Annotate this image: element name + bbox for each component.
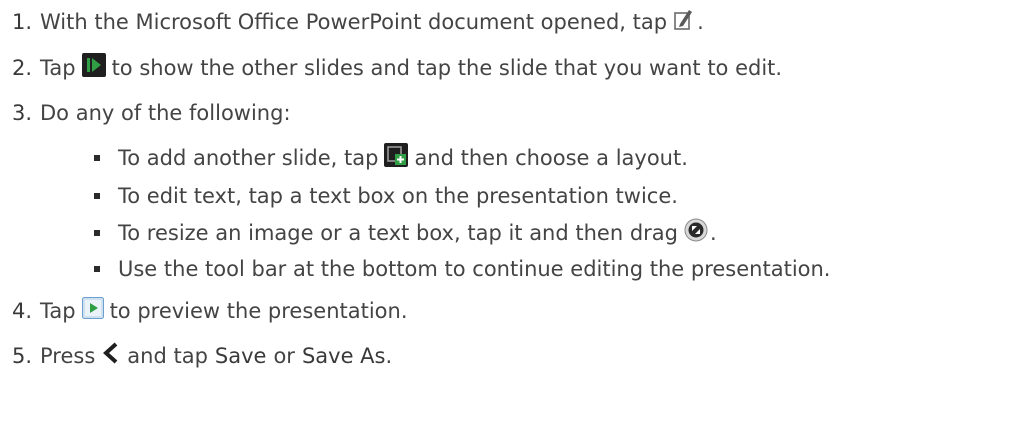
bullet-item: To resize an image or a text box, tap it…	[92, 218, 717, 249]
add-slide-icon	[384, 142, 409, 174]
bullet-marker	[94, 155, 100, 161]
step-text: Press	[40, 344, 96, 368]
resize-handle-icon	[684, 218, 708, 249]
show-slides-icon	[81, 52, 106, 84]
step-text: Do any of the following:	[40, 101, 291, 125]
edit-pencil-icon	[673, 7, 695, 38]
step-5: 5. Press and tap Save or Save As .	[4, 342, 392, 370]
step-text: Tap	[40, 299, 76, 323]
step-text-end: .	[697, 10, 704, 34]
bullet-marker	[94, 193, 100, 199]
step-text-end: .	[385, 344, 393, 368]
step-number: 1.	[12, 10, 33, 34]
step-text-end: to show the other slides and tap the sli…	[111, 56, 783, 80]
step-number: 3.	[12, 101, 33, 125]
bullet-item: To edit text, tap a text box on the pres…	[92, 182, 678, 210]
step-number: 4.	[12, 299, 33, 323]
or-label: or	[273, 344, 295, 368]
bullet-text-end: and then choose a layout.	[414, 146, 688, 170]
step-2: 2. Tap to show the other slides and tap …	[4, 52, 783, 84]
bullet-item: To add another slide, tap and then choos…	[92, 142, 688, 174]
back-arrow-icon	[101, 341, 121, 372]
step-4: 4. Tap to preview the presentation.	[4, 296, 408, 326]
step-text: Tap	[40, 56, 76, 80]
save-label: Save	[214, 344, 267, 368]
bullet-text: To resize an image or a text box, tap it…	[118, 221, 678, 245]
bullet-text: Use the tool bar at the bottom to contin…	[118, 257, 831, 281]
save-as-label: Save As	[301, 344, 386, 368]
step-number: 5.	[12, 344, 33, 368]
bullet-item: Use the tool bar at the bottom to contin…	[92, 255, 830, 283]
bullet-text: To edit text, tap a text box on the pres…	[118, 184, 678, 208]
preview-play-icon	[81, 296, 104, 326]
step-text: With the Microsoft Office PowerPoint doc…	[40, 10, 668, 34]
bullet-marker	[94, 266, 100, 272]
instruction-steps: 1. With the Microsoft Office PowerPoint …	[0, 0, 1009, 432]
step-1: 1. With the Microsoft Office PowerPoint …	[4, 8, 704, 36]
bullet-text: To add another slide, tap	[118, 146, 379, 170]
step-number: 2.	[12, 56, 33, 80]
bullet-text-end: .	[710, 221, 717, 245]
step-text-middle: and tap	[127, 344, 208, 368]
step-3: 3. Do any of the following:	[4, 99, 291, 127]
step-text-end: to preview the presentation.	[109, 299, 408, 323]
bullet-marker	[94, 230, 100, 236]
